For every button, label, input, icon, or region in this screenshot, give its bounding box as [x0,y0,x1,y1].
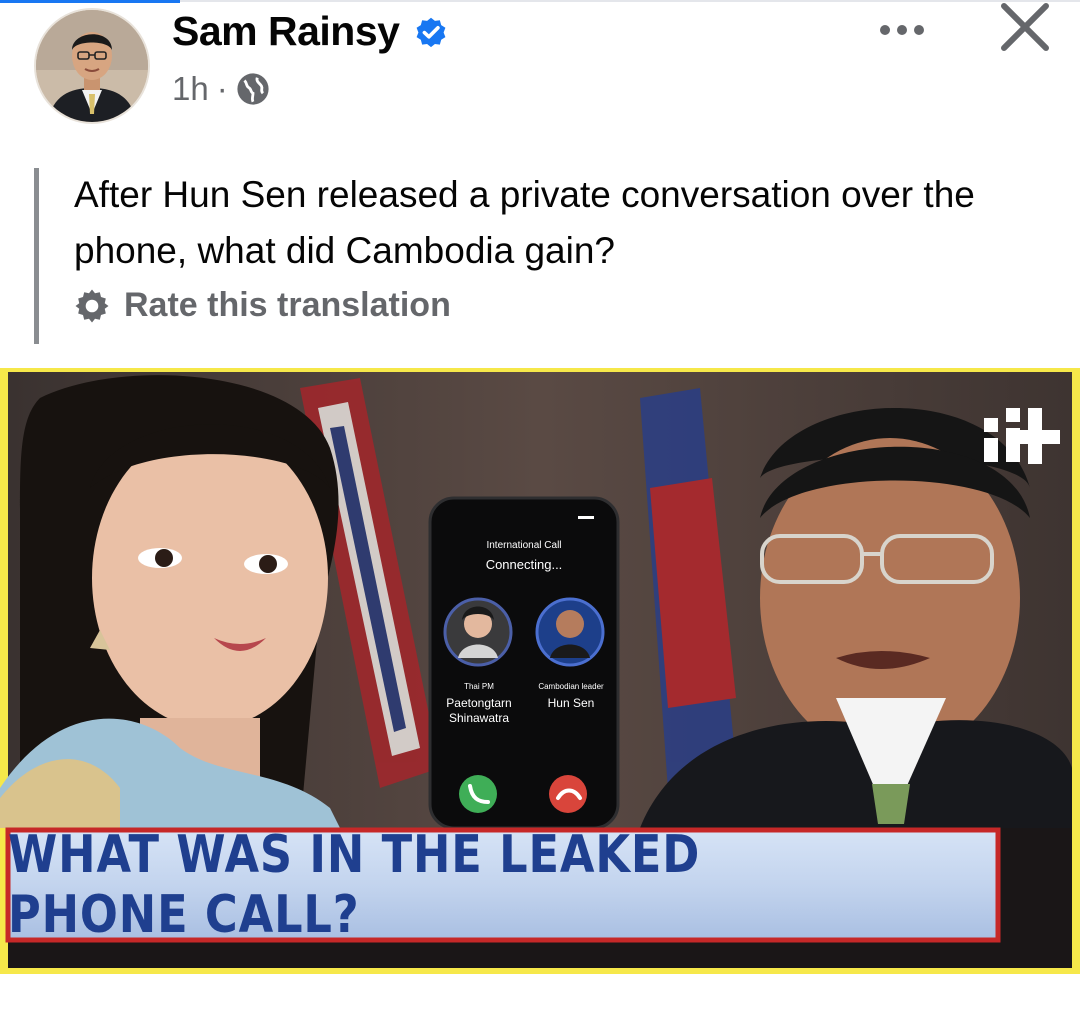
channel-logo-icon [984,408,1060,464]
more-options-dot [897,25,907,35]
top-accent-bar [0,0,180,3]
gear-icon [75,289,109,322]
caller-left-name: Paetongtarn [446,696,512,710]
decline-call-icon [549,775,587,813]
author-avatar[interactable] [34,8,150,124]
verified-badge-icon [417,17,446,47]
caller-left-surname: Shinawatra [448,711,510,725]
globe-icon[interactable] [236,72,270,106]
rate-translation-link[interactable]: Rate this translation [74,286,451,325]
rate-translation-label[interactable]: Rate this translation [124,286,451,325]
author-name[interactable]: Sam Rainsy [172,8,400,55]
left-person [0,375,340,828]
thumbnail-headline: WHAT WAS IN THE LEAKED PHONE CALL? [8,825,701,945]
call-type-label: International Call [486,540,562,551]
more-options-dot [914,25,924,35]
accept-call-icon [459,775,497,813]
more-options-button[interactable] [870,10,934,50]
post-author[interactable]: Sam Rainsy [172,8,449,55]
post-time[interactable]: 1h [172,70,209,108]
caller-right-title: Cambodian leader [538,682,604,691]
top-divider [180,0,1080,2]
meta-separator: · [216,70,228,107]
call-status: Connecting... [485,557,563,572]
post-text: After Hun Sen released a private convers… [74,174,975,271]
translation-quote-bar [34,168,39,344]
more-options-icon [880,25,890,35]
post-meta: 1h · [172,70,270,108]
caller-right-name: Hun Sen [547,696,595,710]
caller-left-title: Thai PM [464,682,494,691]
close-icon[interactable] [994,2,1056,54]
